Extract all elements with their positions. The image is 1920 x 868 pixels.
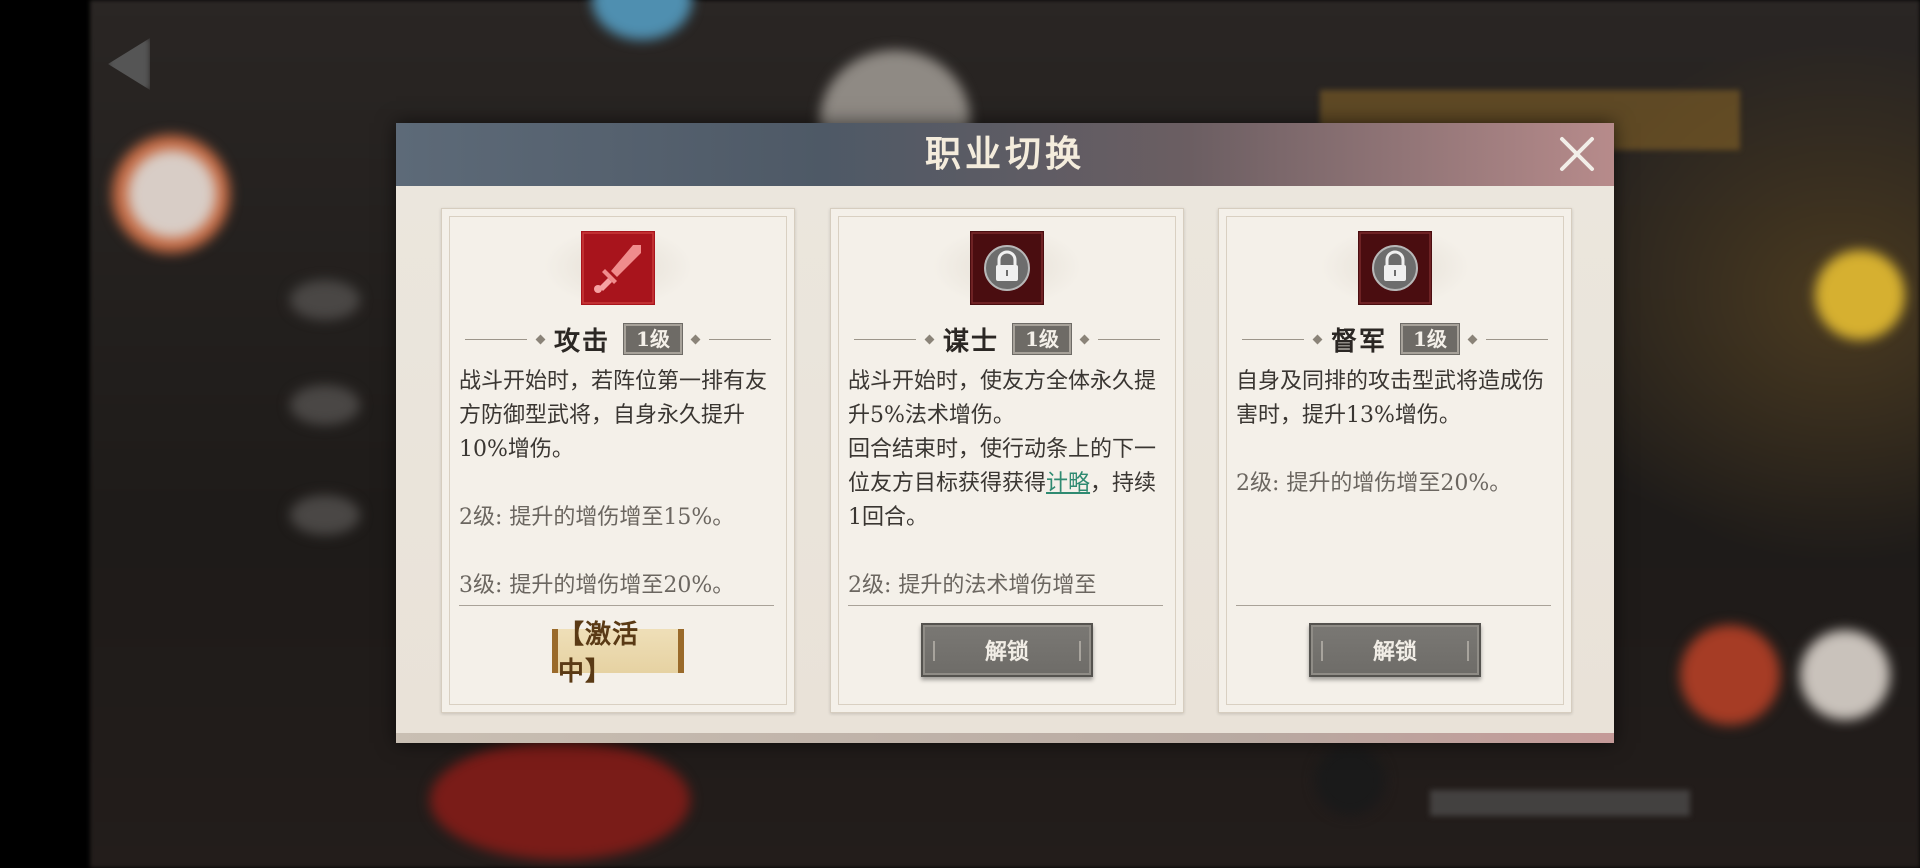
title-diamond-left	[535, 334, 546, 344]
background-side-item-2	[290, 385, 360, 425]
card-title-row: 督军 1级	[1219, 321, 1571, 357]
title-line-right	[708, 338, 771, 340]
desc-level-2: 2级: 提升的增伤增至15%。	[459, 505, 735, 530]
desc-line: 战斗开始时，若阵位第一排有友方防御型武将，自身永久提升10%增伤。	[459, 369, 768, 462]
desc-level-2: 2级: 提升的法术增伤增至	[848, 573, 1097, 598]
background-badge	[1815, 250, 1905, 340]
title-line-right	[1097, 338, 1160, 340]
class-description: 自身及同排的攻击型武将造成伤害时，提升13%增伤。 2级: 提升的增伤增至20%…	[1236, 365, 1551, 601]
class-name: 督军	[1331, 326, 1388, 357]
background-avatar-2	[1680, 625, 1780, 725]
class-name: 攻击	[554, 326, 611, 357]
sword-icon	[581, 231, 655, 305]
unlock-button[interactable]: 解锁	[1309, 623, 1481, 677]
dialog-title: 职业切换	[924, 133, 1085, 175]
class-card-strategist[interactable]: 谋士 1级 战斗开始时，使友方全体永久提升5%法术增伤。 回合结束时，使行动条上…	[830, 208, 1184, 713]
card-title-row: 谋士 1级	[831, 321, 1183, 357]
title-diamond-left	[1312, 334, 1323, 344]
title-line-left	[1242, 338, 1305, 340]
class-name: 谋士	[943, 326, 1000, 357]
title-diamond-right	[690, 334, 701, 344]
divider	[459, 605, 774, 606]
title-line-left	[854, 338, 917, 340]
background-side-item	[290, 280, 360, 320]
desc-line: 战斗开始时，使友方全体永久提升5%法术增伤。	[848, 369, 1157, 428]
background-circle-button	[1315, 745, 1385, 815]
dialog-bottom-bar	[396, 733, 1614, 743]
background-bottom-bar	[1430, 790, 1690, 816]
title-diamond-left	[924, 334, 935, 344]
background-avatar-face	[128, 150, 216, 238]
title-diamond-right	[1467, 334, 1478, 344]
level-badge: 1级	[1012, 323, 1072, 355]
background-side-item-3	[290, 495, 360, 535]
close-icon	[1560, 137, 1594, 171]
unlock-button[interactable]: 解锁	[921, 623, 1093, 677]
background-red-cloth	[430, 740, 690, 860]
class-card-supervisor[interactable]: 督军 1级 自身及同排的攻击型武将造成伤害时，提升13%增伤。 2级: 提升的增…	[1218, 208, 1572, 713]
desc-level-2: 2级: 提升的增伤增至20%。	[1236, 471, 1512, 496]
close-button[interactable]	[1556, 133, 1598, 175]
level-badge: 1级	[1400, 323, 1460, 355]
card-title-row: 攻击 1级	[442, 321, 794, 357]
lock-icon	[1358, 231, 1432, 305]
keyword-link[interactable]: 计略	[1046, 471, 1090, 496]
title-diamond-right	[1079, 334, 1090, 344]
background-avatar-3	[1800, 630, 1890, 720]
class-card-attack[interactable]: 攻击 1级 战斗开始时，若阵位第一排有友方防御型武将，自身永久提升10%增伤。 …	[441, 208, 795, 713]
title-line-right	[1485, 338, 1548, 340]
desc-line: 自身及同排的攻击型武将造成伤害时，提升13%增伤。	[1236, 369, 1545, 428]
title-line-left	[465, 338, 528, 340]
divider	[1236, 605, 1551, 606]
divider	[848, 605, 1163, 606]
desc-line-2: 回合结束时，使行动条上的下一位友方目标获得获得计略，持续1回合。	[848, 433, 1163, 535]
class-description: 战斗开始时，使友方全体永久提升5%法术增伤。 回合结束时，使行动条上的下一位友方…	[848, 365, 1163, 601]
active-status-badge: 【激活中】	[552, 620, 684, 687]
lock-icon	[970, 231, 1044, 305]
class-description: 战斗开始时，若阵位第一排有友方防御型武将，自身永久提升10%增伤。 2级: 提升…	[459, 365, 774, 601]
desc-level-3: 3级: 提升的增伤增至20%。	[459, 573, 735, 598]
level-badge: 1级	[623, 323, 683, 355]
